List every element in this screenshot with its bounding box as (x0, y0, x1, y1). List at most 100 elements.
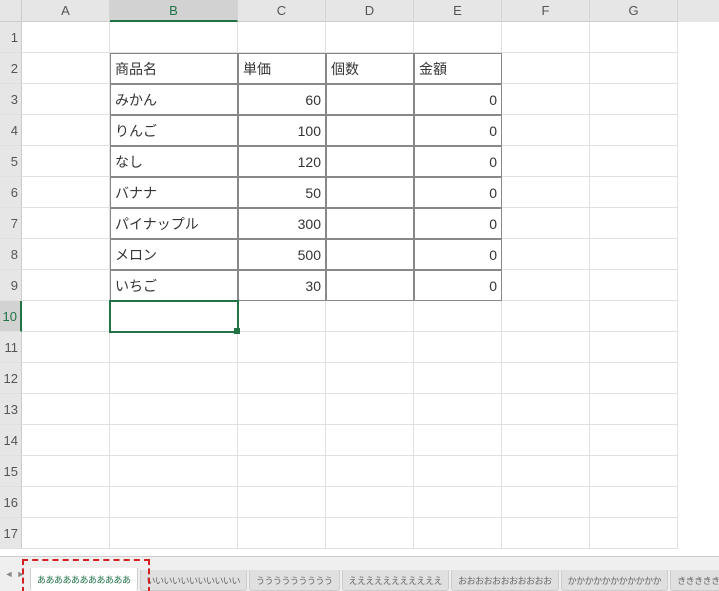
cell-B16[interactable] (110, 487, 238, 518)
cell-A6[interactable] (22, 177, 110, 208)
cell-A8[interactable] (22, 239, 110, 270)
col-header-A[interactable]: A (22, 0, 110, 22)
cell-F10[interactable] (502, 301, 590, 332)
cell-B11[interactable] (110, 332, 238, 363)
cell-E10[interactable] (414, 301, 502, 332)
cell-F7[interactable] (502, 208, 590, 239)
cell-F3[interactable] (502, 84, 590, 115)
tab-nav-prev-icon[interactable]: ◄ (4, 567, 14, 581)
sheet-tab-1[interactable]: いいいいいいいいいいい (140, 570, 248, 591)
row-header-4[interactable]: 4 (0, 115, 22, 146)
sheet-tab-6[interactable]: ききききききききききき (670, 570, 719, 591)
row-header-12[interactable]: 12 (0, 363, 22, 394)
cell-B4[interactable]: りんご (110, 115, 238, 146)
cell-C1[interactable] (238, 22, 326, 53)
cell-A4[interactable] (22, 115, 110, 146)
cell-C14[interactable] (238, 425, 326, 456)
col-header-G[interactable]: G (590, 0, 678, 22)
cell-B2[interactable]: 商品名 (110, 53, 238, 84)
cell-G8[interactable] (590, 239, 678, 270)
cell-F14[interactable] (502, 425, 590, 456)
cell-E17[interactable] (414, 518, 502, 549)
cell-D1[interactable] (326, 22, 414, 53)
cell-E1[interactable] (414, 22, 502, 53)
cell-B14[interactable] (110, 425, 238, 456)
cell-A9[interactable] (22, 270, 110, 301)
cell-F15[interactable] (502, 456, 590, 487)
row-header-9[interactable]: 9 (0, 270, 22, 301)
cell-B5[interactable]: なし (110, 146, 238, 177)
cell-A16[interactable] (22, 487, 110, 518)
cell-A12[interactable] (22, 363, 110, 394)
cell-F8[interactable] (502, 239, 590, 270)
cell-E9[interactable]: 0 (414, 270, 502, 301)
cell-A11[interactable] (22, 332, 110, 363)
cell-C7[interactable]: 300 (238, 208, 326, 239)
row-header-1[interactable]: 1 (0, 22, 22, 53)
cell-E8[interactable]: 0 (414, 239, 502, 270)
cell-F4[interactable] (502, 115, 590, 146)
cell-G17[interactable] (590, 518, 678, 549)
row-header-15[interactable]: 15 (0, 456, 22, 487)
col-header-C[interactable]: C (238, 0, 326, 22)
cell-C6[interactable]: 50 (238, 177, 326, 208)
cell-B12[interactable] (110, 363, 238, 394)
cell-D15[interactable] (326, 456, 414, 487)
cell-E12[interactable] (414, 363, 502, 394)
cell-A17[interactable] (22, 518, 110, 549)
cell-D9[interactable] (326, 270, 414, 301)
cell-D8[interactable] (326, 239, 414, 270)
cell-F16[interactable] (502, 487, 590, 518)
cell-B1[interactable] (110, 22, 238, 53)
cell-D16[interactable] (326, 487, 414, 518)
cell-D2[interactable]: 個数 (326, 53, 414, 84)
cell-A10[interactable] (22, 301, 110, 332)
cell-G4[interactable] (590, 115, 678, 146)
cell-G3[interactable] (590, 84, 678, 115)
tab-nav-next-icon[interactable]: ► (16, 567, 26, 581)
cell-G1[interactable] (590, 22, 678, 53)
cell-C2[interactable]: 単価 (238, 53, 326, 84)
cell-E15[interactable] (414, 456, 502, 487)
cell-B15[interactable] (110, 456, 238, 487)
cell-A3[interactable] (22, 84, 110, 115)
cell-G16[interactable] (590, 487, 678, 518)
cell-A5[interactable] (22, 146, 110, 177)
cell-G7[interactable] (590, 208, 678, 239)
cell-C5[interactable]: 120 (238, 146, 326, 177)
cell-A14[interactable] (22, 425, 110, 456)
row-header-7[interactable]: 7 (0, 208, 22, 239)
cell-E3[interactable]: 0 (414, 84, 502, 115)
select-all-corner[interactable] (0, 0, 22, 22)
cell-A7[interactable] (22, 208, 110, 239)
cell-G15[interactable] (590, 456, 678, 487)
cell-D14[interactable] (326, 425, 414, 456)
cell-B8[interactable]: メロン (110, 239, 238, 270)
sheet-tab-5[interactable]: かかかかかかかかかかか (561, 570, 669, 591)
cell-grid[interactable]: 商品名単価個数金額みかん600りんご1000なし1200バナナ500パイナップル… (22, 22, 678, 549)
cell-D5[interactable] (326, 146, 414, 177)
cell-G13[interactable] (590, 394, 678, 425)
row-header-16[interactable]: 16 (0, 487, 22, 518)
row-header-13[interactable]: 13 (0, 394, 22, 425)
cell-F13[interactable] (502, 394, 590, 425)
row-header-8[interactable]: 8 (0, 239, 22, 270)
col-header-F[interactable]: F (502, 0, 590, 22)
cell-B13[interactable] (110, 394, 238, 425)
col-header-D[interactable]: D (326, 0, 414, 22)
cell-G6[interactable] (590, 177, 678, 208)
col-header-E[interactable]: E (414, 0, 502, 22)
cell-F1[interactable] (502, 22, 590, 53)
cell-D11[interactable] (326, 332, 414, 363)
cell-C3[interactable]: 60 (238, 84, 326, 115)
row-header-11[interactable]: 11 (0, 332, 22, 363)
cell-D10[interactable] (326, 301, 414, 332)
cell-D7[interactable] (326, 208, 414, 239)
cell-E6[interactable]: 0 (414, 177, 502, 208)
cell-C13[interactable] (238, 394, 326, 425)
cell-C12[interactable] (238, 363, 326, 394)
cell-D13[interactable] (326, 394, 414, 425)
cell-F9[interactable] (502, 270, 590, 301)
row-header-17[interactable]: 17 (0, 518, 22, 549)
cell-F2[interactable] (502, 53, 590, 84)
